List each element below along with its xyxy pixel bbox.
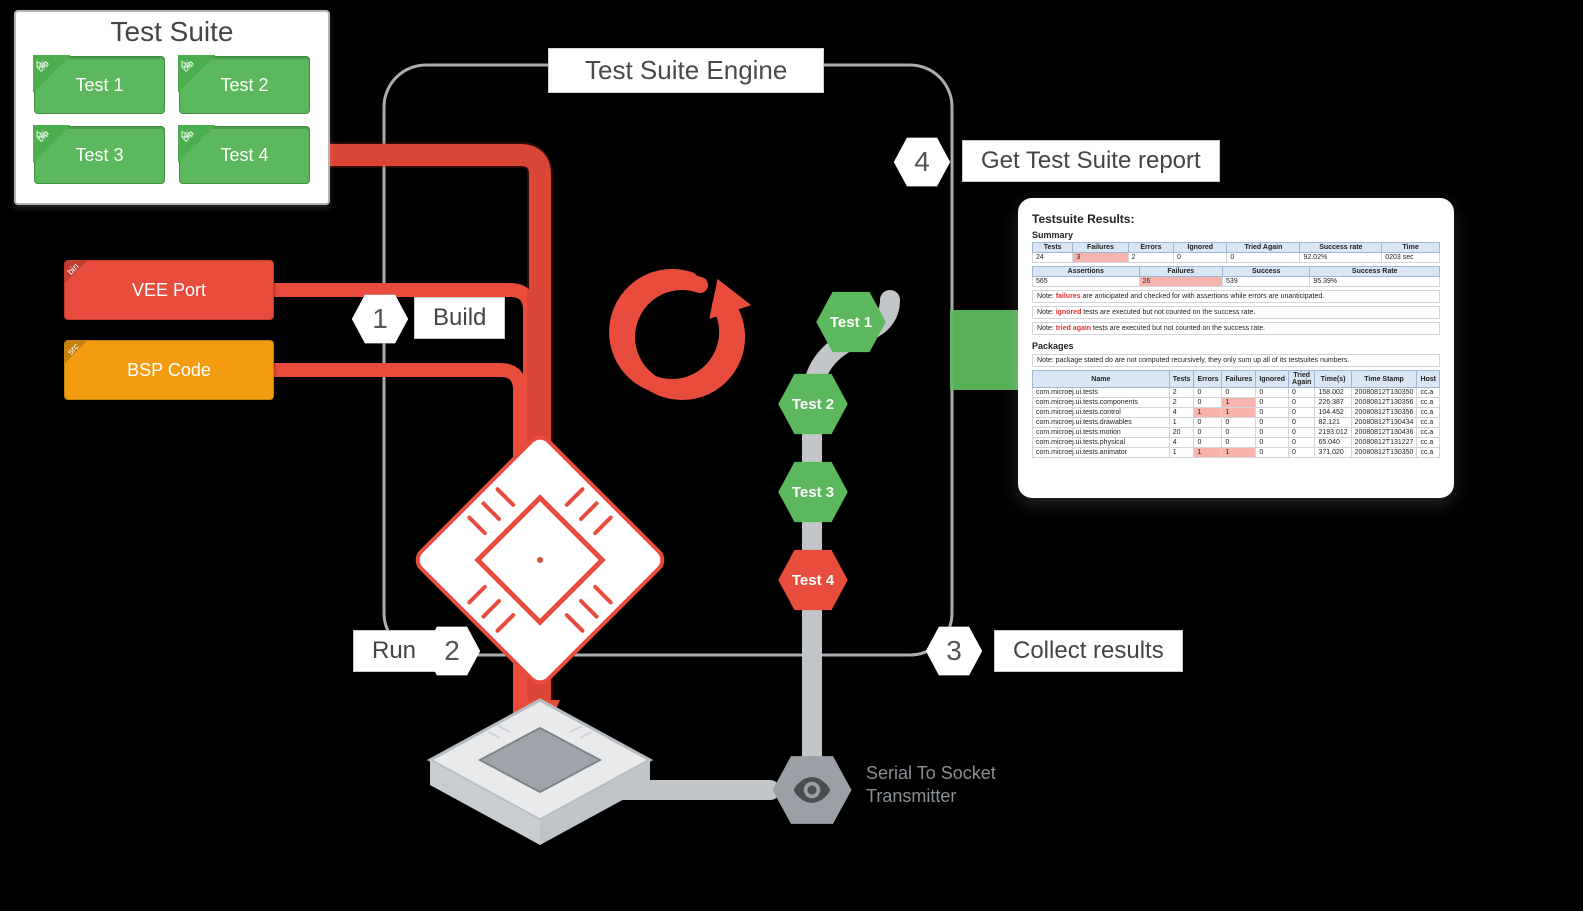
test-card-label: Test 4 bbox=[220, 145, 268, 166]
report-packages-note: Note: package stated do are not computed… bbox=[1032, 354, 1440, 367]
test-card-label: Test 3 bbox=[75, 145, 123, 166]
serial-socket-label: Serial To Socket Transmitter bbox=[866, 762, 996, 809]
module-vee-port: bin VEE Port bbox=[64, 260, 274, 320]
test-card-1: binTest 1 bbox=[34, 56, 165, 114]
module-label: BSP Code bbox=[127, 360, 211, 381]
step-4-label: Get Test Suite report bbox=[962, 140, 1220, 182]
report-assert-table: AssertionsFailuresSuccessSuccess Rate 56… bbox=[1032, 266, 1440, 287]
report-title: Testsuite Results: bbox=[1032, 212, 1440, 226]
report-summary-heading: Summary bbox=[1032, 230, 1440, 240]
step-3-label: Collect results bbox=[994, 630, 1183, 672]
test-card-2: binTest 2 bbox=[179, 56, 310, 114]
engine-title: Test Suite Engine bbox=[548, 48, 824, 93]
module-bsp-code: src BSP Code bbox=[64, 340, 274, 400]
test-card-3: binTest 3 bbox=[34, 126, 165, 184]
test-card-label: Test 1 bbox=[75, 75, 123, 96]
module-label: VEE Port bbox=[132, 280, 206, 301]
report-packages-table: NameTestsErrorsFailuresIgnoredTried Agai… bbox=[1032, 370, 1440, 458]
test-card-4: binTest 4 bbox=[179, 126, 310, 184]
eye-icon bbox=[790, 768, 834, 812]
step-2-label: Run bbox=[353, 630, 435, 672]
report-note-1: Note: failures are anticipated and check… bbox=[1032, 290, 1440, 303]
step-1-label: Build bbox=[414, 297, 505, 339]
report-note-2: Note: ignored tests are executed but not… bbox=[1032, 306, 1440, 319]
report-packages-heading: Packages bbox=[1032, 341, 1440, 351]
test-suite-title: Test Suite bbox=[16, 16, 328, 48]
report-summary-table: TestsFailuresErrorsIgnoredTried AgainSuc… bbox=[1032, 242, 1440, 263]
report-note-3: Note: tried again tests are executed but… bbox=[1032, 322, 1440, 335]
report-panel: Testsuite Results: Summary TestsFailures… bbox=[1018, 198, 1454, 498]
test-card-label: Test 2 bbox=[220, 75, 268, 96]
test-suite-panel: Test Suite binTest 1 binTest 2 binTest 3… bbox=[14, 10, 330, 205]
